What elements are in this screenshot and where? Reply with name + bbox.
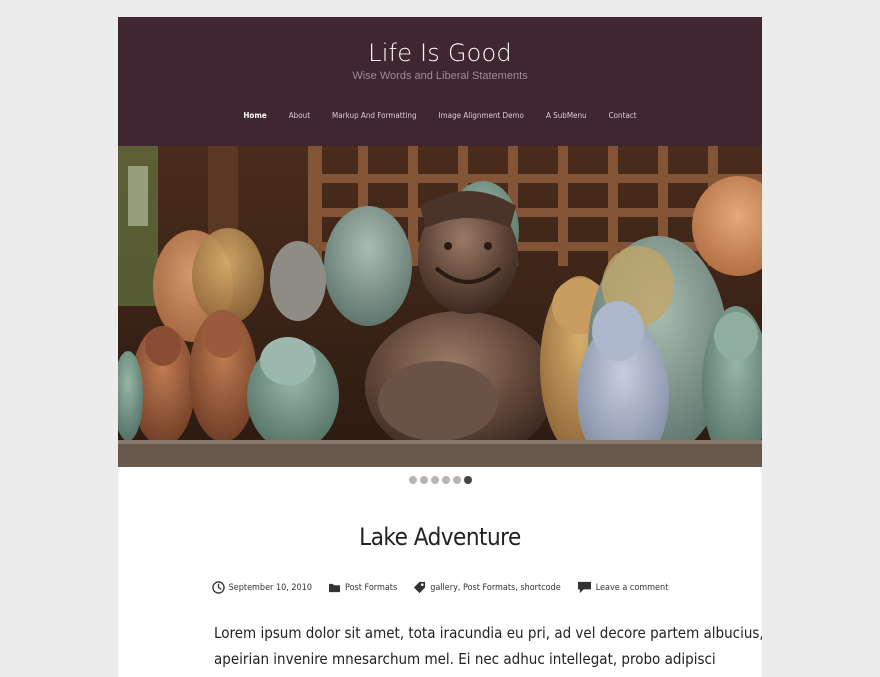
slider-pagination: [118, 476, 762, 484]
post-date: September 10, 2010: [211, 581, 312, 594]
slider-dot-2[interactable]: [419, 476, 428, 484]
slider-dot-1[interactable]: [408, 476, 417, 484]
post-category: Post Formats: [328, 582, 397, 593]
nav-item-home[interactable]: Home: [243, 109, 266, 123]
leave-comment-link[interactable]: Leave a comment: [596, 583, 669, 593]
nav-item-a-submenu[interactable]: A SubMenu: [546, 109, 587, 123]
post-title[interactable]: Lake Adventure: [118, 522, 762, 552]
slider-dot-4[interactable]: [441, 476, 450, 484]
post-meta: September 10, 2010 Post Formats gallery,…: [118, 581, 762, 594]
site-title[interactable]: Life Is Good: [118, 38, 762, 68]
site-tagline: Wise Words and Liberal Statements: [352, 70, 528, 82]
site-header: Life Is Good Wise Words and Liberal Stat…: [118, 17, 762, 146]
post-excerpt: Lorem ipsum dolor sit amet, tota iracund…: [214, 620, 762, 672]
post-comments: Leave a comment: [577, 581, 669, 594]
nav-item-about[interactable]: About: [289, 109, 310, 123]
excerpt-line-1: Lorem ipsum dolor sit amet, tota iracund…: [214, 624, 762, 642]
page-container: Life Is Good Wise Words and Liberal Stat…: [118, 17, 762, 677]
clock-icon: [211, 581, 225, 594]
slider-dot-3[interactable]: [430, 476, 439, 484]
post-tags: gallery, Post Formats, shortcode: [413, 581, 561, 594]
excerpt-line-2: apeirian invenire mnesarchum mel. Ei nec…: [214, 650, 716, 668]
hero-slider[interactable]: [118, 146, 762, 467]
post-date-link[interactable]: September 10, 2010: [229, 583, 312, 593]
comment-icon: [577, 581, 592, 594]
main-navigation: Home About Markup And Formatting Image A…: [118, 109, 762, 123]
nav-item-image-alignment-demo[interactable]: Image Alignment Demo: [439, 109, 524, 123]
post-category-link[interactable]: Post Formats: [345, 583, 397, 593]
slide-image: [118, 146, 762, 467]
nav-item-markup-and-formatting[interactable]: Markup And Formatting: [332, 109, 417, 123]
nav-item-contact[interactable]: Contact: [609, 109, 637, 123]
slider-dot-5[interactable]: [452, 476, 461, 484]
slider-dot-6-active[interactable]: [463, 476, 472, 484]
folder-icon: [328, 582, 341, 593]
post-tags-links[interactable]: gallery, Post Formats, shortcode: [430, 583, 561, 593]
tag-icon: [413, 581, 426, 594]
